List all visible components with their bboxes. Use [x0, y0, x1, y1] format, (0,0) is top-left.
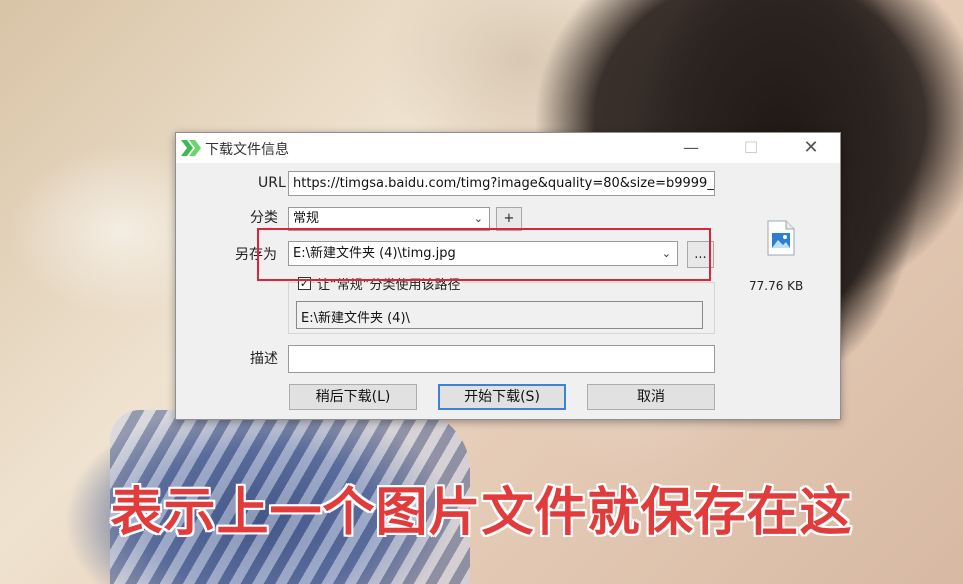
minimize-button[interactable]: —: [668, 133, 714, 163]
window-title: 下载文件信息: [205, 142, 289, 158]
chevron-down-icon: ⌄: [473, 212, 483, 225]
url-field[interactable]: https://timgsa.baidu.com/timg?image&qual…: [288, 171, 715, 196]
url-label: URL: [258, 175, 286, 191]
title-bar[interactable]: 下载文件信息 — ☐ ✕: [176, 133, 840, 163]
description-label: 描述: [250, 351, 278, 367]
category-value: 常规: [293, 211, 320, 226]
save-path-highlight-box: [257, 228, 711, 281]
category-label: 分类: [250, 210, 278, 226]
image-file-icon: [767, 220, 795, 256]
close-button[interactable]: ✕: [788, 133, 834, 163]
start-download-button[interactable]: 开始下载(S): [438, 384, 566, 410]
cancel-button[interactable]: 取消: [587, 384, 715, 410]
annotation-caption: 表示上一个图片文件就保存在这: [110, 483, 853, 543]
path-display: E:\新建文件夹 (4)\: [296, 301, 703, 329]
download-app-icon: [181, 140, 201, 156]
file-size: 77.76 KB: [749, 279, 804, 293]
download-later-button[interactable]: 稍后下载(L): [289, 384, 417, 410]
maximize-button[interactable]: ☐: [728, 133, 774, 163]
description-input[interactable]: [288, 345, 715, 373]
